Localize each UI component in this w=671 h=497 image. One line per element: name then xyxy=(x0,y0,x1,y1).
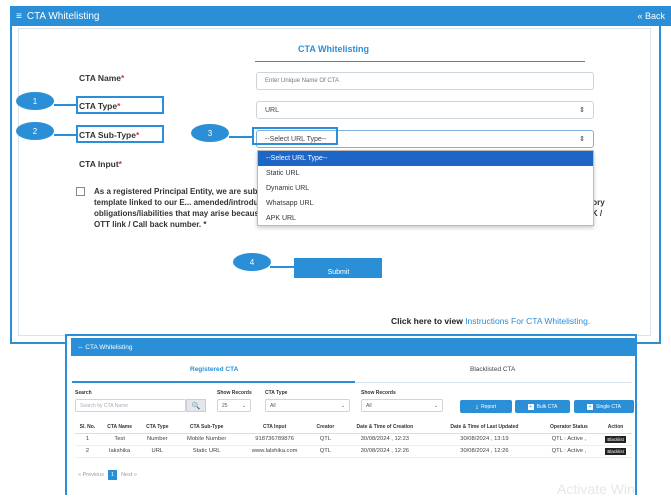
consent-checkbox[interactable] xyxy=(76,187,85,196)
chevron-down-icon: ⌄ xyxy=(433,402,438,409)
cta-input-label: CTA Input* xyxy=(79,159,122,169)
column-header: Date & Time of Last Updated xyxy=(430,421,539,434)
table-cell: www.lalshika.com xyxy=(238,445,312,458)
select-arrow-icon: ⇕ xyxy=(579,136,585,143)
dropdown-option[interactable]: APK URL xyxy=(258,211,593,226)
form-title: CTA Whitelisting xyxy=(298,44,369,54)
dropdown-option[interactable]: Dynamic URL xyxy=(258,181,593,196)
tab-blacklisted-cta[interactable]: Blacklisted CTA xyxy=(470,366,515,373)
column-header: Action xyxy=(599,421,632,434)
blacklist-button[interactable]: Blacklist xyxy=(605,447,626,455)
select-arrow-icon: ⇕ xyxy=(579,107,585,114)
cta-type-select[interactable]: URL ⇕ xyxy=(256,101,594,119)
submit-button[interactable]: Submit xyxy=(296,260,381,277)
tab-registered-cta[interactable]: Registered CTA xyxy=(190,366,238,373)
column-header: Operator Status xyxy=(538,421,600,434)
table-cell: 2 xyxy=(75,445,100,458)
app-header: ≡ CTA Whitelisting « Back xyxy=(10,6,671,26)
instructions-line: Click here to view Instructions For CTA … xyxy=(391,316,591,326)
table-cell: 30/08/2024 , 12:23 xyxy=(339,433,431,446)
table-cell: QTL : Active , xyxy=(538,433,600,446)
table-cell: QTL : Active , xyxy=(538,445,600,458)
table-cell: 30/08/2024 , 12:26 xyxy=(430,445,539,458)
show-records-select[interactable]: 25 ⌄ xyxy=(217,399,251,412)
table-row: 1 Test Number Mobile Number 918736789876… xyxy=(75,433,632,446)
show-records2-select[interactable]: All ⌄ xyxy=(361,399,443,412)
app-title: CTA Whitelisting xyxy=(26,10,100,22)
step-connector-1 xyxy=(54,104,76,106)
table-cell: QTL xyxy=(311,445,340,458)
column-header: Sl. No. xyxy=(75,421,100,434)
cta-type-filter-select[interactable]: All ⌄ xyxy=(265,399,350,412)
download-icon: ⤓ xyxy=(475,403,479,410)
table-cell: 1 xyxy=(75,433,100,446)
dropdown-option[interactable]: --Select URL Type-- xyxy=(258,151,593,166)
show-records2-label: Show Records xyxy=(361,390,396,396)
cta-name-label: CTA Name* xyxy=(79,73,125,83)
plus-icon: + xyxy=(527,403,534,410)
pager-previous[interactable]: « Previous xyxy=(78,472,104,478)
list-highlight-frame xyxy=(65,334,637,495)
column-header: CTA Input xyxy=(238,421,312,434)
cta-subtype-label: CTA Sub-Type* xyxy=(79,130,140,140)
table-cell: 30/08/2024 , 13:19 xyxy=(430,433,539,446)
table-cell: URL xyxy=(139,445,176,458)
dropdown-option[interactable]: Whatsapp URL xyxy=(258,196,593,211)
list-header-bar: ⇔ CTA Whitelisting xyxy=(71,338,635,356)
column-header: CTA Type xyxy=(139,421,176,434)
table-cell: 918736789876 xyxy=(238,433,312,446)
step-connector-4 xyxy=(270,266,294,268)
column-header: Date & Time of Creation xyxy=(339,421,431,434)
column-header: Creator xyxy=(311,421,340,434)
dropdown-option[interactable]: Static URL xyxy=(258,166,593,181)
registered-cta-table: Sl. No. CTA Name CTA Type CTA Sub-Type C… xyxy=(75,421,632,458)
chevron-down-icon: ⌄ xyxy=(241,402,246,409)
table-cell: Blacklist xyxy=(599,445,632,458)
table-cell: 30/08/2024 , 12:26 xyxy=(339,445,431,458)
table-cell: Static URL xyxy=(175,445,239,458)
cta-subtype-select[interactable]: --Select URL Type-- ⇕ xyxy=(256,130,594,148)
table-cell: Test xyxy=(99,433,140,446)
plus-icon: + xyxy=(587,403,594,410)
chevron-down-icon: ⌄ xyxy=(340,402,345,409)
table-header-row: Sl. No. CTA Name CTA Type CTA Sub-Type C… xyxy=(75,421,632,434)
step-connector-2 xyxy=(54,134,76,136)
single-cta-button[interactable]: + Single CTA xyxy=(574,400,634,413)
subtype-dropdown-list: --Select URL Type-- Static URL Dynamic U… xyxy=(257,150,594,226)
title-underline xyxy=(255,61,585,62)
pager-next[interactable]: Next » xyxy=(121,472,137,478)
column-header: CTA Name xyxy=(99,421,140,434)
cta-name-input[interactable]: Enter Unique Name Of CTA xyxy=(256,72,594,90)
step-connector-3 xyxy=(229,136,252,138)
bulk-cta-button[interactable]: + Bulk CTA xyxy=(515,400,570,413)
table-row: 2 lakshika URL Static URL www.lalshika.c… xyxy=(75,445,632,458)
tab-active-indicator xyxy=(72,381,355,383)
cta-type-label: CTA Type* xyxy=(79,101,121,111)
table-cell: QTL xyxy=(311,433,340,446)
search-label: Search xyxy=(75,390,92,396)
menu-icon[interactable]: ≡ xyxy=(16,11,22,22)
search-input[interactable]: Search by CTA Name xyxy=(75,399,186,412)
table-cell: Number xyxy=(139,433,176,446)
step-marker-2: 2 xyxy=(16,122,54,140)
pagination: « Previous 1 Next » xyxy=(78,470,137,480)
blacklist-button[interactable]: Blacklist xyxy=(605,435,626,443)
instructions-link[interactable]: Instructions For CTA Whitelisting. xyxy=(465,316,590,326)
back-link[interactable]: « Back xyxy=(637,11,665,21)
step-marker-1: 1 xyxy=(16,92,54,110)
report-button[interactable]: ⤓ Report xyxy=(460,400,512,413)
cta-type-filter-label: CTA Type xyxy=(265,390,288,396)
table-cell: Mobile Number xyxy=(175,433,239,446)
pager-current-page[interactable]: 1 xyxy=(108,470,118,480)
search-button[interactable]: 🔍 xyxy=(186,399,206,412)
step-marker-4: 4 xyxy=(233,253,271,271)
show-records-label: Show Records xyxy=(217,390,252,396)
table-cell: Blacklist xyxy=(599,433,632,446)
column-header: CTA Sub-Type xyxy=(175,421,239,434)
step-marker-3: 3 xyxy=(191,124,229,142)
search-icon: 🔍 xyxy=(191,402,201,410)
table-cell: lakshika xyxy=(99,445,140,458)
